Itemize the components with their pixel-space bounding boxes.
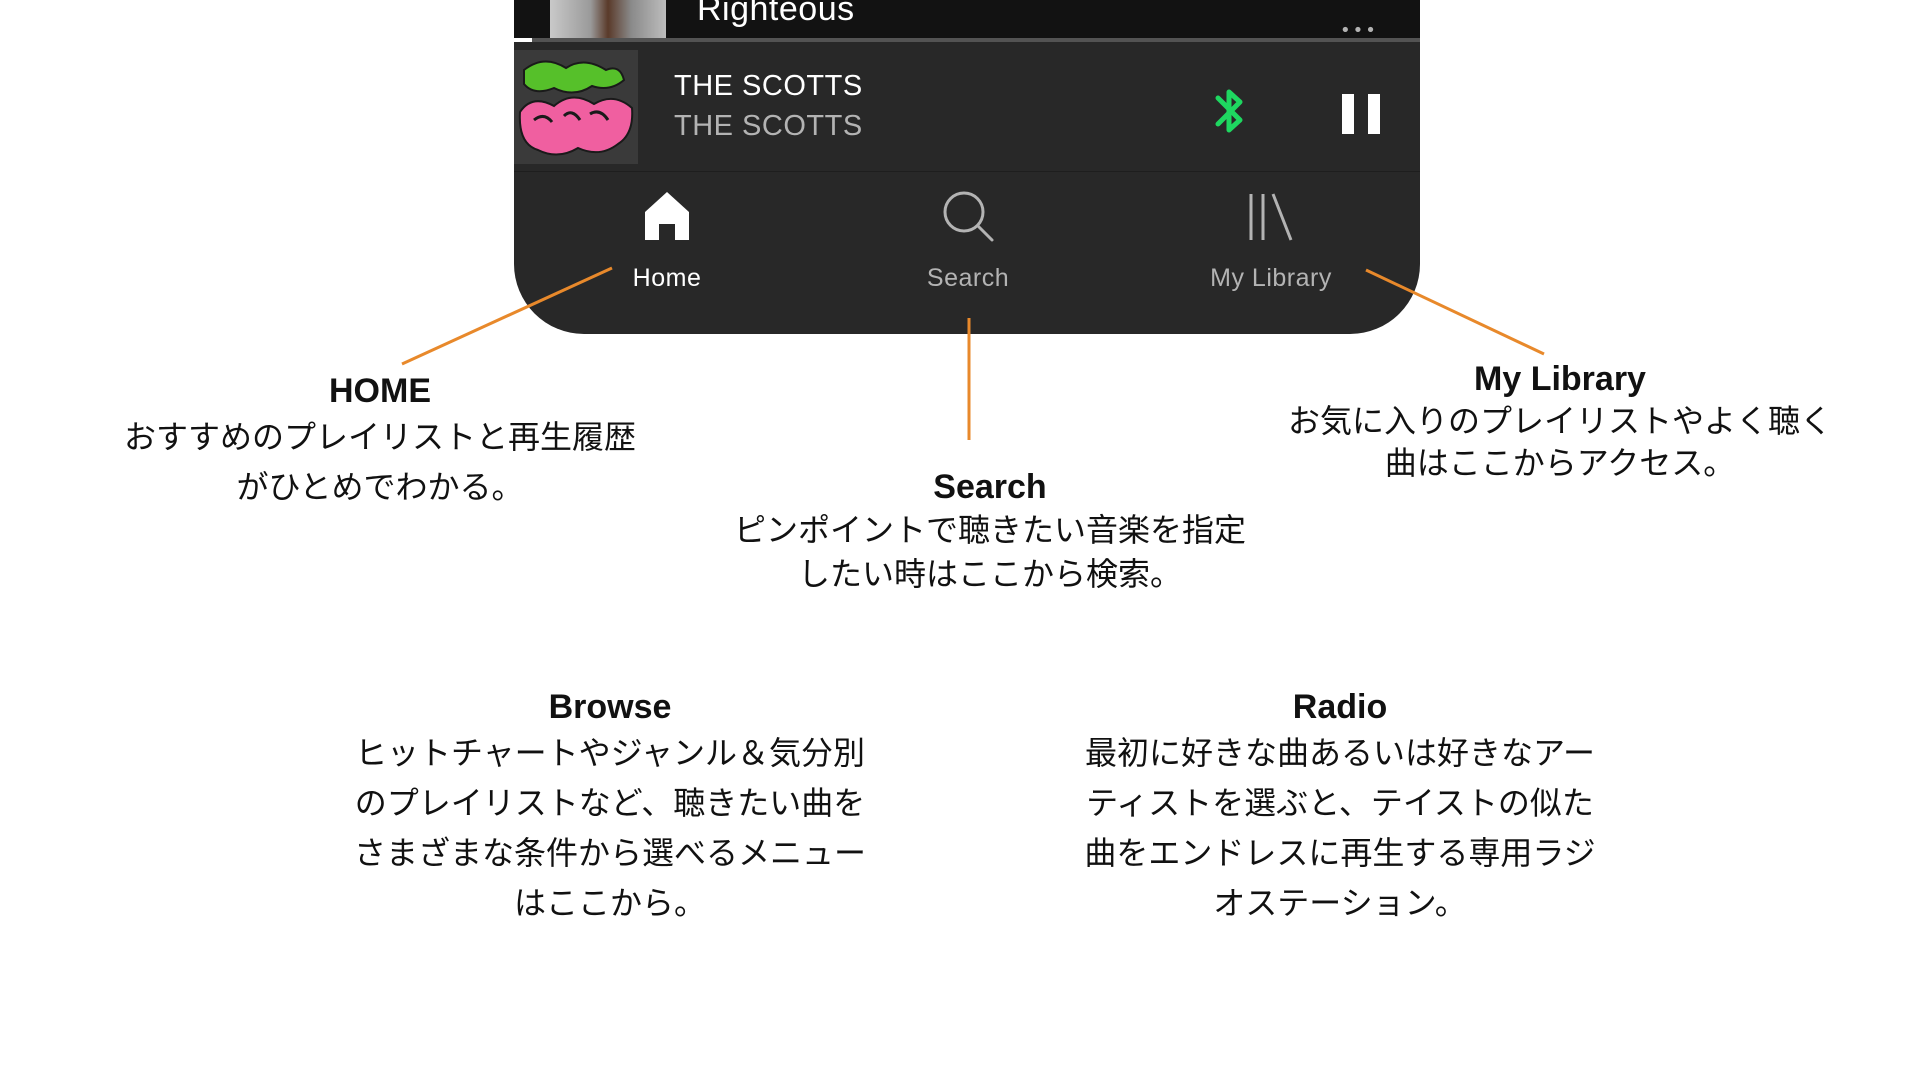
previous-track-row[interactable]: Righteous ••• xyxy=(514,0,1420,40)
library-icon xyxy=(1249,193,1293,241)
search-icon xyxy=(943,191,994,242)
annotation-radio-title: Radio xyxy=(1292,688,1388,726)
pause-icon xyxy=(1342,94,1380,134)
annotation-home-body: おすすめのプレイリストと再生履歴 がひとめでわかる。 xyxy=(123,418,636,506)
annotation-browse-body: ヒットチャートやジャンル＆気分別 のプレイリストなど、聴きたい曲を さまざまな条… xyxy=(353,734,866,922)
pause-button[interactable] xyxy=(1332,84,1392,144)
annotation-library-title: My Library xyxy=(1474,360,1646,398)
nav-item-home[interactable]: Home xyxy=(557,184,777,304)
annotation-library: My Library お気に入りのプレイリストやよく聴く 曲はここからアクセス。 xyxy=(1240,358,1880,484)
annotation-radio: Radio 最初に好きな曲あるいは好きなアー ティストを選ぶと、テイストの似た … xyxy=(1030,686,1650,928)
annotation-search: Search ピンポイントで聴きたい音楽を指定 したい時はここから検索。 xyxy=(690,466,1290,596)
nav-item-library[interactable]: My Library xyxy=(1161,184,1381,304)
previous-track-title: Righteous xyxy=(697,0,855,28)
home-icon xyxy=(645,192,689,240)
bottom-navigation-bar: Home Search My Library xyxy=(514,172,1420,334)
more-dots-icon[interactable]: ••• xyxy=(1340,22,1380,40)
nav-item-search[interactable]: Search xyxy=(858,184,1078,304)
annotation-home-title: HOME xyxy=(329,372,431,410)
previous-track-artwork xyxy=(550,0,666,38)
nav-label-home: Home xyxy=(632,264,702,292)
annotation-browse-title: Browse xyxy=(548,688,672,726)
now-playing-artwork xyxy=(514,50,638,164)
annotation-radio-body: 最初に好きな曲あるいは好きなアー ティストを選ぶと、テイストの似た 曲をエンドレ… xyxy=(1084,734,1596,922)
spotify-app-bottom: Righteous ••• THE SCOTTS THE SCOTTS Home… xyxy=(514,0,1420,334)
nav-label-library: My Library xyxy=(1210,264,1332,292)
annotation-library-body: お気に入りのプレイリストやよく聴く 曲はここからアクセス。 xyxy=(1287,402,1832,482)
annotation-search-title: Search xyxy=(933,468,1047,506)
now-playing-artist: THE SCOTTS xyxy=(674,110,863,142)
now-playing-title: THE SCOTTS xyxy=(674,70,863,102)
now-playing-bar[interactable]: THE SCOTTS THE SCOTTS xyxy=(514,42,1420,172)
annotation-search-body: ピンポイントで聴きたい音楽を指定 したい時はここから検索。 xyxy=(733,511,1246,593)
annotation-browse: Browse ヒットチャートやジャンル＆気分別 のプレイリストなど、聴きたい曲を… xyxy=(300,686,920,928)
nav-label-search: Search xyxy=(926,264,1010,292)
annotation-home: HOME おすすめのプレイリストと再生履歴 がひとめでわかる。 xyxy=(70,370,690,512)
bluetooth-icon[interactable] xyxy=(1206,82,1254,140)
